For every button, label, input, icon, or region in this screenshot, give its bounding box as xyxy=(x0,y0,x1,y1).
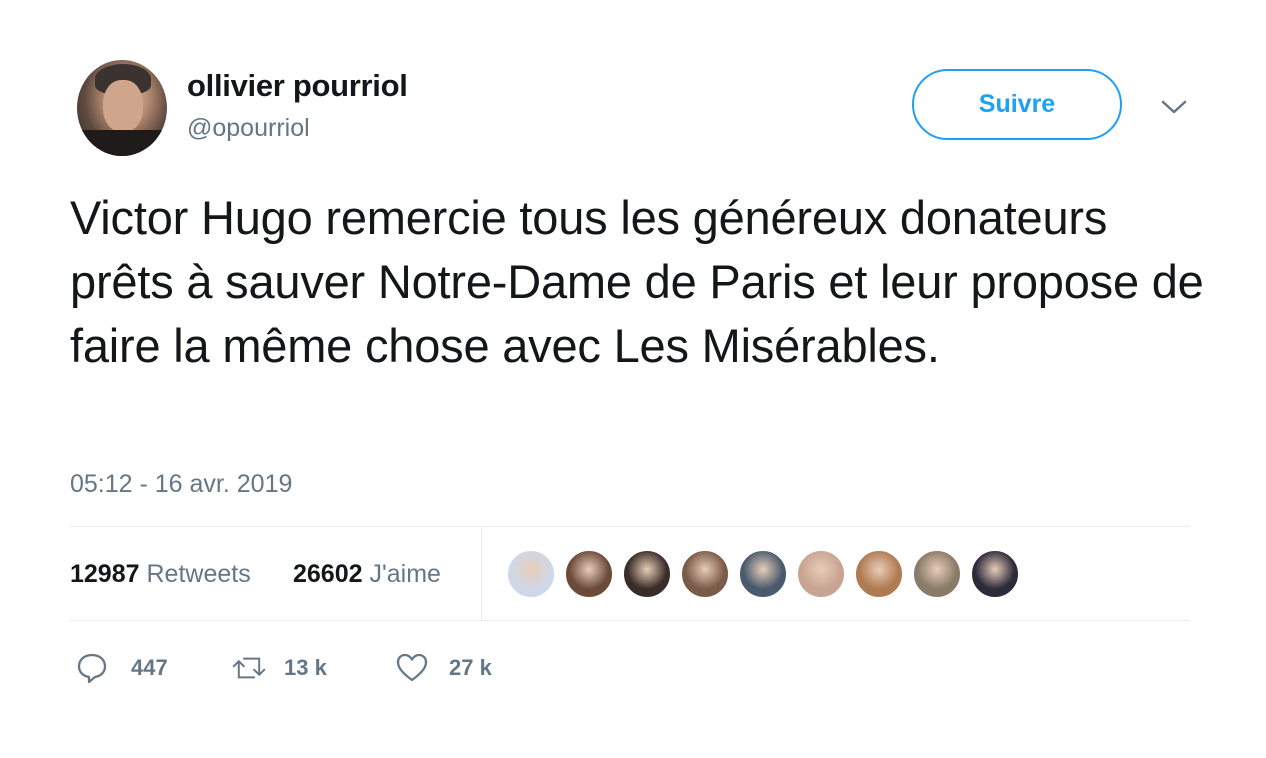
retweet-arrows-icon xyxy=(232,657,266,679)
retweets-label: Retweets xyxy=(146,560,251,588)
retweet-count: 13 k xyxy=(284,655,327,680)
speech-bubble-icon xyxy=(77,653,107,684)
follow-button[interactable]: Suivre xyxy=(912,69,1122,140)
like-count: 27 k xyxy=(449,655,492,680)
author-handle[interactable]: @opourriol xyxy=(187,114,310,143)
liker-avatar-4[interactable] xyxy=(680,549,730,599)
retweet-action[interactable]: 13 k xyxy=(232,648,327,688)
chevron-down-icon[interactable] xyxy=(1160,96,1188,118)
author-name[interactable]: ollivier pourriol xyxy=(187,68,408,104)
liker-avatar-3[interactable] xyxy=(622,549,672,599)
reply-count: 447 xyxy=(131,655,168,680)
like-action[interactable]: 27 k xyxy=(395,648,492,688)
liker-avatar-7[interactable] xyxy=(854,549,904,599)
author-avatar[interactable] xyxy=(77,60,167,156)
liker-avatar-5[interactable] xyxy=(738,549,788,599)
divider-bottom xyxy=(70,620,1190,621)
liker-avatar-6[interactable] xyxy=(796,549,846,599)
retweets-count: 12987 xyxy=(70,560,140,588)
likes-label: J'aime xyxy=(369,560,441,588)
divider-top xyxy=(70,526,1190,527)
tweet-text: Victor Hugo remercie tous les généreux d… xyxy=(70,191,1204,372)
likes-count: 26602 xyxy=(293,560,363,588)
liker-avatar-8[interactable] xyxy=(912,549,962,599)
liker-avatar-9[interactable] xyxy=(970,549,1020,599)
reply-action[interactable]: 447 xyxy=(75,648,168,688)
liker-avatar-1[interactable] xyxy=(506,549,556,599)
liker-avatar-2[interactable] xyxy=(564,549,614,599)
tweet-timestamp[interactable]: 05:12 - 16 avr. 2019 xyxy=(70,470,292,499)
heart-icon xyxy=(396,653,428,682)
stats-divider xyxy=(481,527,482,621)
likes-stat[interactable]: 26602 J'aime xyxy=(293,560,441,589)
retweets-stat[interactable]: 12987 Retweets xyxy=(70,560,251,589)
